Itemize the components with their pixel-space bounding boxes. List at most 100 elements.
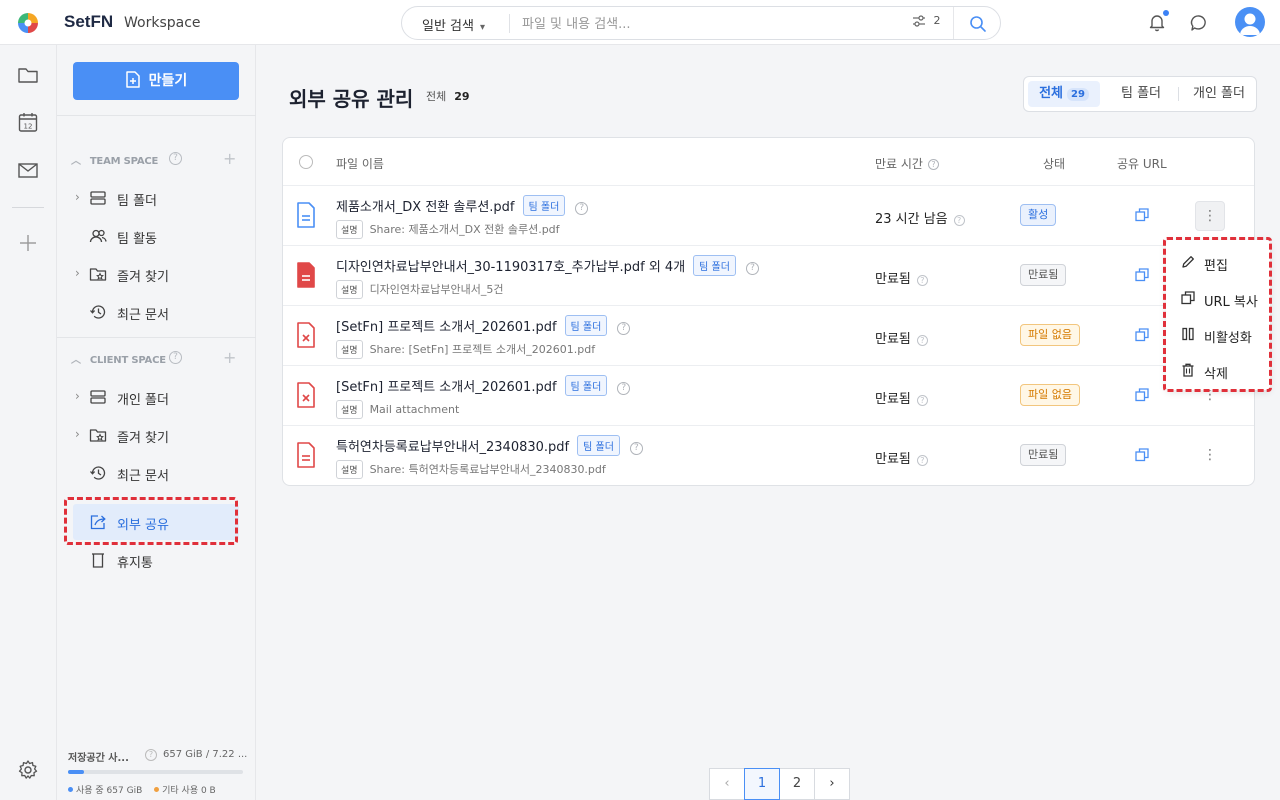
table-row[interactable]: [SetFn] 프로젝트 소개서_202601.pdf 팀 폴더? 설명 Share… (283, 305, 1254, 365)
help-icon[interactable]: ? (916, 395, 928, 406)
calendar-icon[interactable]: 12 (17, 111, 39, 133)
add-client-space-icon[interactable]: + (223, 350, 236, 366)
next-page-button[interactable]: › (814, 768, 850, 800)
copy-icon (1181, 291, 1195, 305)
info-icon[interactable]: ? (145, 749, 157, 761)
table-row[interactable]: [SetFn] 프로젝트 소개서_202601.pdf 팀 폴더? 설명 Mail … (283, 365, 1254, 425)
file-name[interactable]: 디자인연차료납부안내서_30-1190317호_추가납부.pdf 외 4개 팀 폴… (336, 255, 759, 276)
trash-icon (1182, 363, 1194, 377)
help-icon[interactable]: ? (617, 322, 631, 335)
column-header-status[interactable]: 상태 (1043, 155, 1065, 172)
divider (509, 14, 510, 33)
filter-button[interactable]: 2 (912, 14, 941, 34)
help-icon[interactable]: ? (169, 351, 182, 364)
expire-text: 만료됨 (875, 332, 911, 347)
desc-badge: 설명 (336, 220, 363, 239)
select-all-checkbox[interactable] (299, 155, 313, 169)
help-icon[interactable]: ? (927, 159, 939, 170)
page-button-1[interactable]: 1 (744, 768, 780, 800)
more-options-button[interactable]: ⋮ (1195, 201, 1225, 231)
team-space-header[interactable]: ︿ TEAM SPACE (71, 152, 158, 167)
help-icon[interactable]: ? (575, 202, 589, 215)
sidebar-item-client-recent[interactable]: 최근 문서 (73, 455, 239, 491)
page-button-2[interactable]: 2 (779, 768, 815, 800)
total-count: 29 (454, 90, 470, 103)
divider (953, 7, 954, 39)
copy-url-icon[interactable] (1135, 268, 1149, 282)
sidebar-item-team-recent[interactable]: 최근 문서 (73, 294, 239, 330)
file-name[interactable]: [SetFn] 프로젝트 소개서_202601.pdf 팀 폴더? (336, 375, 631, 396)
sidebar-item-trash[interactable]: 휴지통 (73, 542, 239, 578)
mail-icon[interactable] (17, 159, 39, 181)
avatar[interactable] (1235, 7, 1265, 37)
file-name[interactable]: 특허연차등록료납부안내서_2340830.pdf 팀 폴더? (336, 435, 643, 456)
tab-all[interactable]: 전체 29 (1028, 81, 1100, 107)
column-header-url[interactable]: 공유 URL (1117, 155, 1167, 172)
status-badge: 만료됨 (1020, 264, 1067, 286)
chevron-right-icon[interactable]: › (75, 190, 80, 204)
menu-item-copy-url[interactable]: URL 복사 (1166, 281, 1270, 317)
copy-url-icon[interactable] (1135, 328, 1149, 342)
settings-gear-icon[interactable] (17, 759, 39, 781)
menu-item-edit[interactable]: 편집 (1166, 245, 1270, 281)
tab-personal-folder[interactable]: 개인 폴더 (1184, 81, 1254, 107)
folder-tag: 팀 폴더 (564, 375, 608, 396)
tab-label: 개인 폴더 (1193, 86, 1245, 101)
sidebar-item-label: 최근 문서 (117, 308, 169, 323)
tab-team-folder[interactable]: 팀 폴더 (1110, 81, 1172, 107)
trash-icon (92, 553, 104, 568)
column-header-name[interactable]: 파일 이름 (336, 155, 384, 172)
sidebar-item-external-share[interactable]: 외부 공유 (73, 504, 239, 540)
copy-url-icon[interactable] (1135, 208, 1149, 222)
chevron-right-icon[interactable]: › (75, 266, 80, 280)
help-icon[interactable]: ? (916, 455, 928, 466)
more-options-button[interactable]: ⋮ (1195, 441, 1225, 471)
table-row[interactable]: 특허연차등록료납부안내서_2340830.pdf 팀 폴더? 설명 Share: 특… (283, 425, 1254, 485)
folder-icon[interactable] (17, 64, 39, 86)
sidebar-item-team-activity[interactable]: 팀 활동 (73, 218, 239, 254)
file-name[interactable]: 제품소개서_DX 전환 솔루션.pdf 팀 폴더? (336, 195, 589, 216)
menu-item-deactivate[interactable]: 비활성화 (1166, 317, 1270, 353)
menu-item-delete[interactable]: 삭제 (1166, 353, 1270, 389)
search-input[interactable] (522, 13, 902, 35)
help-icon[interactable]: ? (169, 152, 182, 165)
plus-icon[interactable] (17, 232, 39, 254)
search-icon[interactable] (968, 14, 988, 34)
status-badge: 만료됨 (1020, 444, 1067, 466)
help-icon[interactable]: ? (617, 382, 631, 395)
sidebar-item-client-favorites[interactable]: › 즐겨 찾기 (73, 417, 239, 453)
copy-url-icon[interactable] (1135, 448, 1149, 462)
app-logo-icon[interactable] (17, 12, 39, 34)
client-space-header[interactable]: ︿ CLIENT SPACE (71, 351, 166, 366)
chevron-right-icon[interactable]: › (75, 389, 80, 403)
document-filled-icon (297, 262, 315, 288)
expire-time: 만료됨? (875, 388, 928, 407)
sidebar-item-personal-folder[interactable]: › 개인 폴더 (73, 379, 239, 415)
star-folder-icon (89, 268, 107, 281)
brand-name[interactable]: SetFN (64, 12, 113, 32)
add-team-space-icon[interactable]: + (223, 151, 236, 167)
chat-icon[interactable] (1189, 13, 1209, 33)
help-icon[interactable]: ? (916, 335, 928, 346)
help-icon[interactable]: ? (953, 215, 965, 226)
sidebar-item-team-folder[interactable]: › 팀 폴더 (73, 180, 239, 216)
storage-bar-fill (68, 770, 84, 774)
pencil-icon (1182, 256, 1194, 268)
search-mode-select[interactable]: 일반 검색 ▾ (422, 15, 485, 34)
sidebar-item-team-favorites[interactable]: › 즐겨 찾기 (73, 256, 239, 292)
help-icon[interactable]: ? (745, 262, 759, 275)
column-header-expire[interactable]: 만료 시간? (875, 155, 939, 172)
share-table: 파일 이름 만료 시간? 상태 공유 URL 제품소개서_DX 전환 솔루션.p… (282, 137, 1255, 486)
create-button[interactable]: 만들기 (73, 62, 239, 100)
pause-icon (1182, 327, 1194, 341)
table-row[interactable]: 제품소개서_DX 전환 솔루션.pdf 팀 폴더? 설명 Share: 제품소개서_… (283, 185, 1254, 245)
folder-tag: 팀 폴더 (693, 255, 736, 276)
icon-rail: 12 (0, 45, 57, 800)
file-name[interactable]: [SetFn] 프로젝트 소개서_202601.pdf 팀 폴더? (336, 315, 631, 336)
help-icon[interactable]: ? (916, 275, 928, 286)
copy-url-icon[interactable] (1135, 388, 1149, 402)
table-row[interactable]: 디자인연차료납부안내서_30-1190317호_추가납부.pdf 외 4개 팀 폴… (283, 245, 1254, 305)
chevron-right-icon[interactable]: › (75, 427, 80, 441)
help-icon[interactable]: ? (629, 442, 643, 455)
prev-page-button[interactable]: ‹ (709, 768, 745, 800)
